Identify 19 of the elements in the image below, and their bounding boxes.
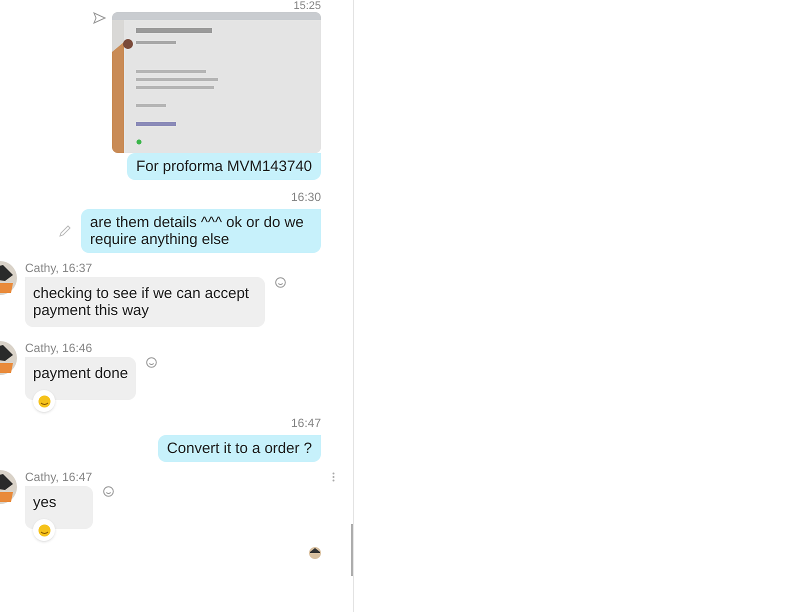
more-icon[interactable] [332, 472, 335, 482]
message-bubble: For proforma MVM143740 [127, 153, 321, 180]
message-bubble: are them details ^^^ ok or do we require anything else [81, 209, 321, 253]
sender-time: Cathy, 16:46 [25, 341, 92, 355]
sender-time: Cathy, 16:37 [25, 261, 92, 275]
emoji-icon [38, 524, 50, 536]
message-time: 16:30 [290, 189, 321, 206]
add-reaction-icon[interactable] [146, 357, 158, 368]
add-reaction-icon[interactable] [103, 486, 114, 497]
message-bubble: checking to see if we can accept payment this way [25, 277, 265, 327]
add-reaction-icon[interactable] [275, 277, 286, 288]
scrollbar[interactable] [351, 524, 353, 576]
message-time: 15:25 [293, 0, 321, 12]
sender-time: Cathy, 16:47 [25, 470, 92, 484]
reaction-button[interactable] [33, 519, 55, 541]
message-bubble: Convert it to a order ? [158, 435, 321, 462]
emoji-icon [38, 394, 50, 408]
reaction-button[interactable] [33, 390, 55, 412]
message-time: 16:47 [290, 415, 321, 432]
